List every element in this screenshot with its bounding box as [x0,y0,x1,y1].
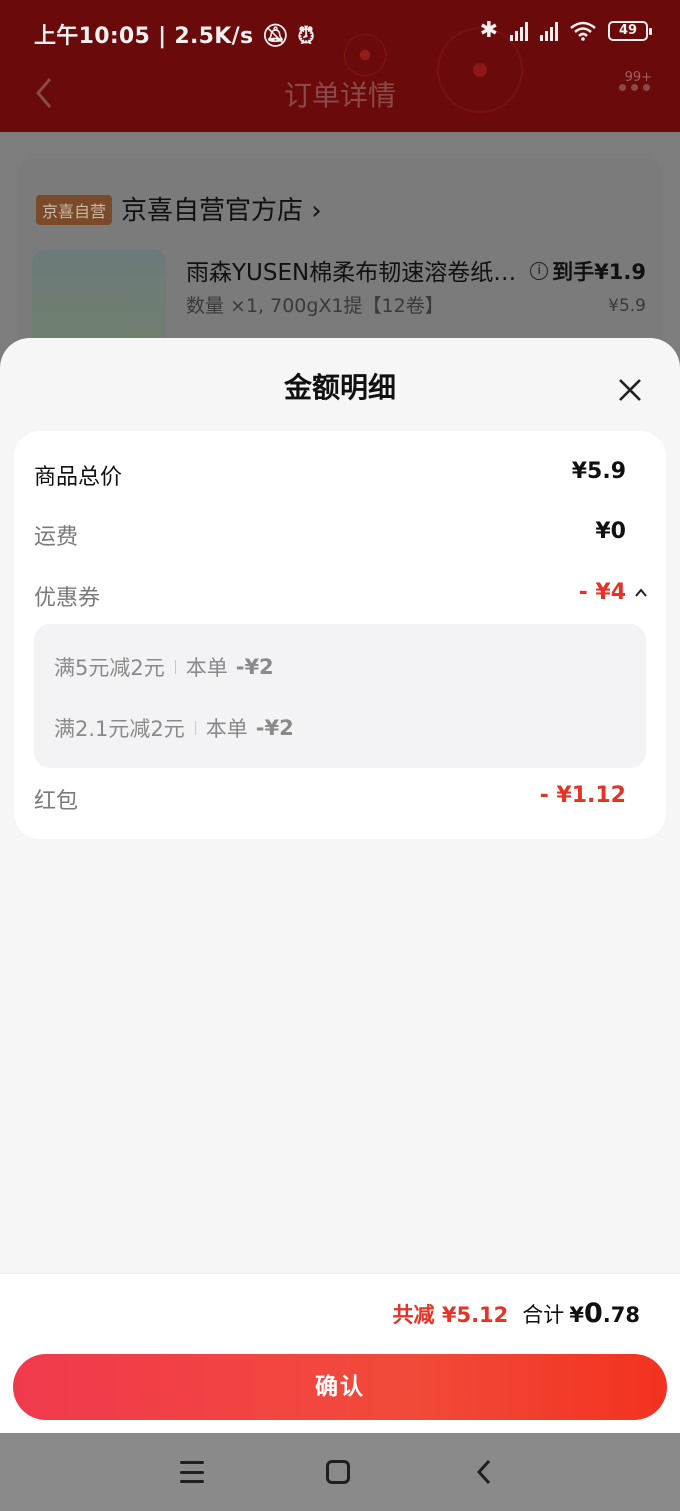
amount-detail-sheet: 金额明细 商品总价 ¥5.9 运费 ¥0 优惠券 - ¥4 满5元减2元 本单 … [0,338,680,1433]
page-title: 订单详情 [283,79,396,112]
shipping-amount: ¥0 [595,519,626,544]
divider [194,721,196,735]
coupon-item: 满5元减2元 本单 -¥2 [54,652,274,682]
red-packet-label: 红包 [34,789,79,814]
wifi-icon [570,21,596,41]
row-goods-total: 商品总价 ¥5.9 [14,453,666,493]
coupon-value: -¥2 [235,655,274,679]
coupon-name: 满5元减2元 [54,656,165,680]
row-shipping: 运费 ¥0 [14,513,666,553]
product-title[interactable]: 雨森YUSEN棉柔布韧速溶卷纸… [186,253,516,287]
row-red-packet: 红包 - ¥1.12 [14,777,666,817]
status-time: 上午10:05 [34,24,151,49]
sheet-title: 金额明细 [283,371,396,404]
total-currency: ¥ [569,1303,584,1327]
message-badge: 99+ [624,70,652,85]
order-card: 京喜自营 京喜自营官方店 › 雨森YUSEN棉柔布韧速溶卷纸… 数量 ×1, 7… [18,158,662,360]
coupon-amount: - ¥4 [578,580,626,605]
nav-bar: 订单详情 99+ [0,62,680,124]
product-spec: 数量 ×1, 700gX1提【12卷】 [186,295,444,317]
total-integer: 0 [584,1298,603,1329]
status-net-speed: 2.5K/s [174,24,254,49]
more-icon[interactable] [619,84,650,91]
page-header: 上午10:05 | 2.5K/s 🔕︎ ⏰︎ ✱ 49 订单详情 99+ [0,0,680,132]
bluetooth-icon: ✱ [479,18,498,43]
confirm-area: 确认 [0,1347,680,1433]
home-icon[interactable] [326,1460,350,1484]
system-back-icon[interactable] [474,1459,494,1485]
total: 合计 ¥0.78 [522,1298,640,1329]
signal-icon [510,21,528,41]
mute-icon: 🔕︎ [261,24,290,49]
goods-total-label: 商品总价 [34,465,123,490]
store-name-link[interactable]: 京喜自营官方店 › [121,190,322,227]
chevron-up-icon[interactable] [634,586,648,600]
alarm-icon: ⏰︎ [297,24,315,49]
row-coupon[interactable]: 优惠券 - ¥4 [14,574,666,614]
system-nav-bar [0,1433,680,1511]
coupon-scope: 本单 [185,656,228,680]
red-packet-amount: - ¥1.12 [539,783,626,808]
final-price-value: 到手¥1.9 [552,260,646,284]
info-icon[interactable]: i [530,262,549,280]
store-tag: 京喜自营 [36,195,113,225]
coupon-item: 满2.1元减2元 本单 -¥2 [54,713,294,743]
total-reduce: 共减 ¥5.12 [392,1303,509,1327]
close-icon[interactable] [618,378,642,402]
total-decimal: .78 [602,1303,640,1327]
amount-detail-card: 商品总价 ¥5.9 运费 ¥0 优惠券 - ¥4 满5元减2元 本单 -¥2 满… [14,431,666,839]
menu-icon[interactable] [180,1461,204,1483]
summary: 共减 ¥5.12 合计 ¥0.78 [393,1298,640,1329]
status-right: ✱ 49 [479,18,652,43]
confirm-button[interactable]: 确认 [13,1354,667,1420]
status-bar: 上午10:05 | 2.5K/s 🔕︎ ⏰︎ ✱ 49 [0,0,680,62]
signal-hd-icon [540,21,558,41]
shipping-label: 运费 [34,525,79,550]
goods-total-amount: ¥5.9 [571,459,626,484]
coupon-value: -¥2 [255,716,294,740]
total-label: 合计 [522,1303,565,1327]
summary-bar: 共减 ¥5.12 合计 ¥0.78 [0,1273,680,1347]
original-price: ¥5.9 [608,296,646,316]
coupon-breakdown: 满5元减2元 本单 -¥2 满2.1元减2元 本单 -¥2 [34,624,646,768]
coupon-name: 满2.1元减2元 [54,717,185,741]
final-price: i 到手¥1.9 [530,256,646,286]
coupon-label: 优惠券 [34,586,101,611]
divider [174,660,176,674]
battery-icon: 49 [608,20,652,41]
coupon-scope: 本单 [205,717,248,741]
status-left: 上午10:05 | 2.5K/s 🔕︎ ⏰︎ [34,24,315,49]
